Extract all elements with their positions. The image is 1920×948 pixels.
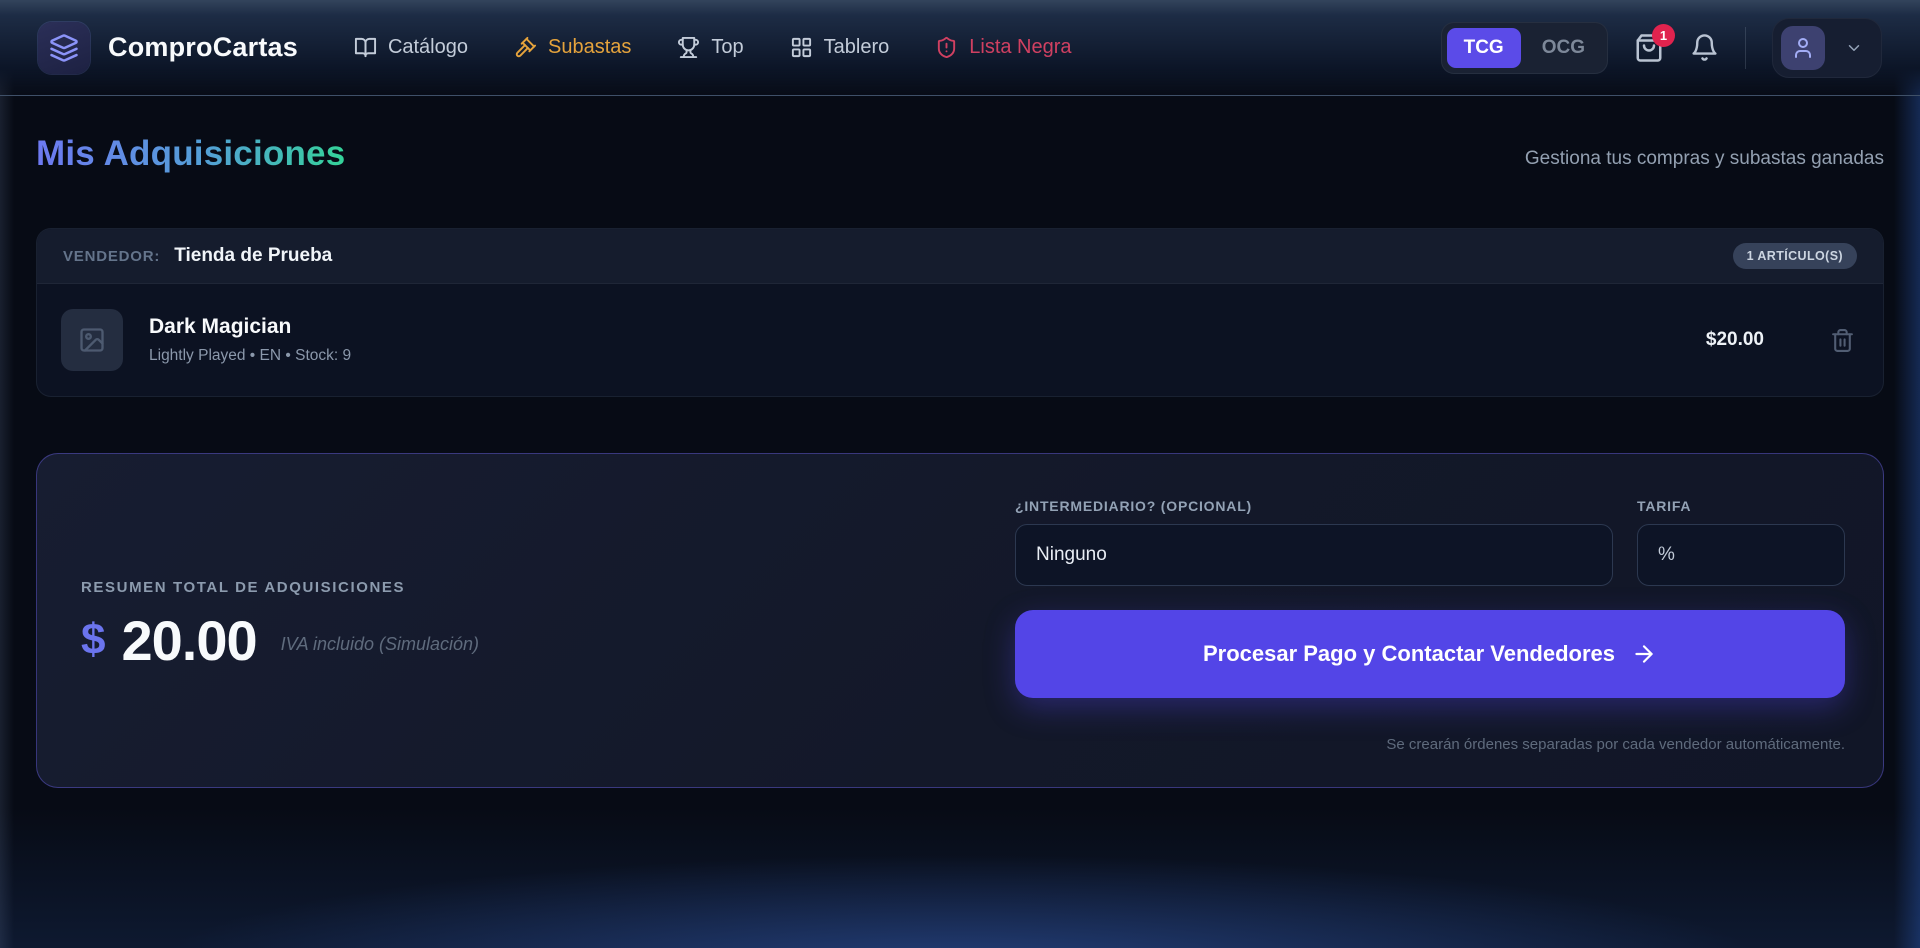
item-count-badge: 1 ARTÍCULO(S) [1733,243,1857,269]
trophy-icon [677,36,700,59]
brand-name: ComproCartas [108,32,298,63]
nav-right-cluster: TCG OCG 1 [1441,18,1882,78]
item-details: Lightly Played • EN • Stock: 9 [149,347,351,365]
tax-note: IVA incluido (Simulación) [281,634,479,655]
fee-label: TARIFA [1637,498,1845,514]
item-price: $20.00 [1706,329,1764,351]
tcg-toggle-button[interactable]: TCG [1447,28,1521,68]
nav-item-top[interactable]: Top [677,36,743,59]
total-amount: 20.00 [121,608,256,673]
auto-orders-note: Se crearán órdenes separadas por cada ve… [1015,736,1845,753]
fee-input[interactable] [1637,524,1845,586]
gavel-icon [514,36,537,59]
summary-price-row: $ 20.00 IVA incluido (Simulación) [81,608,479,673]
page-title: Mis Adquisiciones [36,134,345,174]
main-nav: Catálogo Subastas Top Tablero Lista Negr… [354,36,1072,59]
checkout-form: ¿INTERMEDIARIO? (OPCIONAL) Ninguno TARIF… [1015,498,1845,753]
trash-icon [1830,328,1855,353]
nav-item-tablero[interactable]: Tablero [790,36,890,59]
user-menu[interactable] [1772,18,1882,78]
cart-item-row: Dark Magician Lightly Played • EN • Stoc… [37,284,1883,396]
bell-icon [1690,33,1719,62]
nav-divider [1745,27,1746,69]
summary-total-block: RESUMEN TOTAL DE ADQUISICIONES $ 20.00 I… [81,498,479,753]
intermediary-field: ¿INTERMEDIARIO? (OPCIONAL) Ninguno [1015,498,1613,586]
nav-label: Tablero [824,36,890,59]
user-icon [1791,36,1815,60]
book-open-icon [354,36,377,59]
game-mode-toggle: TCG OCG [1441,22,1608,74]
intermediary-label: ¿INTERMEDIARIO? (OPCIONAL) [1015,498,1613,514]
checkout-summary-card: RESUMEN TOTAL DE ADQUISICIONES $ 20.00 I… [36,453,1884,788]
vendor-header: VENDEDOR: Tienda de Prueba 1 ARTÍCULO(S) [37,229,1883,284]
image-placeholder-icon [78,326,106,354]
nav-item-lista-negra[interactable]: Lista Negra [935,36,1071,59]
layers-icon [38,22,90,74]
shield-alert-icon [935,36,958,59]
vendor-label: VENDEDOR: [63,248,160,265]
currency-symbol: $ [81,615,105,665]
nav-label: Subastas [548,36,631,59]
brand[interactable]: ComproCartas [38,22,298,74]
item-name: Dark Magician [149,315,351,339]
vendor-group-card: VENDEDOR: Tienda de Prueba 1 ARTÍCULO(S)… [36,228,1884,397]
item-info: Dark Magician Lightly Played • EN • Stoc… [149,315,351,365]
main-content: Mis Adquisiciones Gestiona tus compras y… [0,96,1920,788]
vendor-identity: VENDEDOR: Tienda de Prueba [63,245,332,267]
vendor-name: Tienda de Prueba [174,245,332,267]
nav-item-catalogo[interactable]: Catálogo [354,36,468,59]
item-actions: $20.00 [1706,328,1855,353]
ocg-toggle-button[interactable]: OCG [1525,28,1602,68]
page-subtitle: Gestiona tus compras y subastas ganadas [1525,148,1884,174]
nav-label: Catálogo [388,36,468,59]
fields-row: ¿INTERMEDIARIO? (OPCIONAL) Ninguno TARIF… [1015,498,1845,586]
cart-count-badge: 1 [1652,24,1675,47]
nav-label: Lista Negra [969,36,1071,59]
intermediary-select[interactable]: Ninguno [1015,524,1613,586]
chevron-down-icon [1845,39,1863,57]
grid-icon [790,36,813,59]
cart-button[interactable]: 1 [1634,33,1664,63]
card-thumbnail [61,309,123,371]
nav-label: Top [711,36,743,59]
fee-field: TARIFA [1637,498,1845,586]
process-payment-button[interactable]: Procesar Pago y Contactar Vendedores [1015,610,1845,698]
top-navbar: ComproCartas Catálogo Subastas Top Table… [0,0,1920,96]
summary-heading: RESUMEN TOTAL DE ADQUISICIONES [81,579,479,596]
page-header: Mis Adquisiciones Gestiona tus compras y… [36,134,1884,174]
notifications-button[interactable] [1690,33,1719,62]
arrow-right-icon [1631,641,1657,667]
avatar [1781,26,1825,70]
remove-item-button[interactable] [1830,328,1855,353]
nav-item-subastas[interactable]: Subastas [514,36,631,59]
pay-button-label: Procesar Pago y Contactar Vendedores [1203,641,1615,667]
